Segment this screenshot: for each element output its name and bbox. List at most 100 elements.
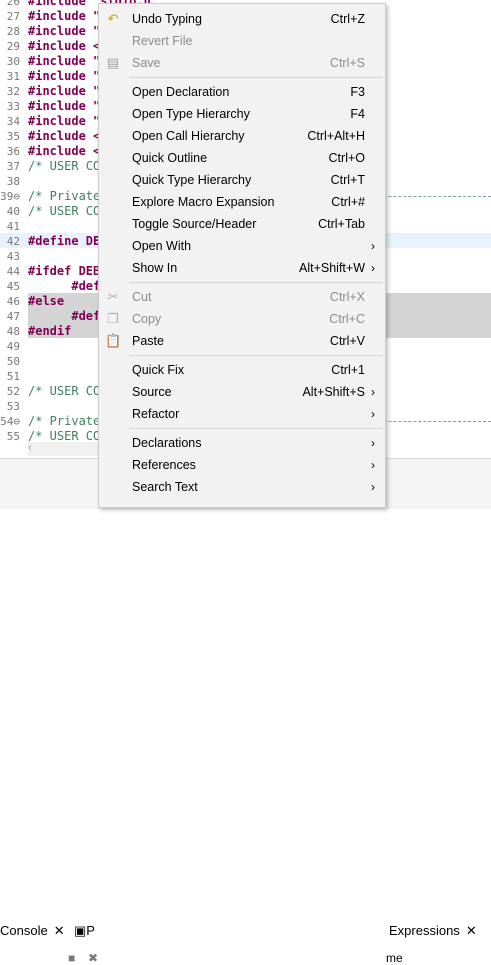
menu-item-open-type-hierarchy[interactable]: Open Type Hierarchy F4 [99,103,385,125]
menu-shortcut: Ctrl+T [330,173,365,187]
tab-problems[interactable]: ▣P [74,923,95,939]
menu-shortcut: Ctrl+S [329,56,365,70]
menu-item-explore-macro-expansion[interactable]: Explore Macro Expansion Ctrl+# [99,191,385,213]
menu-label: Source [132,385,172,399]
line-number: 43 [6,250,20,263]
tab-expressions[interactable]: Expressions ✕ [389,923,477,939]
menu-item-copy[interactable]: ❐ Copy Ctrl+C [99,308,385,330]
menu-shortcut: F3 [350,85,365,99]
menu-label: Refactor [132,407,180,421]
line-number: 32 [6,85,20,98]
stop-icon[interactable]: ■ [68,951,75,965]
problems-icon: ▣ [74,923,87,938]
menu-item-quick-outline[interactable]: Quick Outline Ctrl+O [99,147,385,169]
tab-problems-label: P [86,923,95,938]
line-number: 46 [6,295,20,308]
menu-item-refactor[interactable]: Refactor › [99,403,385,425]
close-icon[interactable]: ✕ [466,923,477,938]
tab-expressions-label: Expressions [389,923,460,938]
code-text: #include < [28,39,101,53]
scissors-icon: ✂ [107,289,119,304]
menu-item-open-call-hierarchy[interactable]: Open Call Hierarchy Ctrl+Alt+H [99,125,385,147]
menu-shortcut: Ctrl+1 [331,363,365,377]
menu-item-undo-typing[interactable]: ↶ Undo Typing Ctrl+Z [99,8,385,30]
close-icon[interactable]: ✕ [54,923,65,938]
code-text: #include " [28,54,101,68]
menu-shortcut: Ctrl+Alt+H [307,129,365,143]
chevron-right-icon: › [371,407,375,421]
menu-item-cut[interactable]: ✂ Cut Ctrl+X [99,286,385,308]
menu-label: Quick Type Hierarchy [132,173,252,187]
remove-icon[interactable]: ✖ [88,951,98,965]
menu-shortcut: Ctrl+V [329,334,365,348]
menu-label: Undo Typing [132,12,202,26]
line-number: 29 [6,40,20,53]
menu-label: Save [132,56,161,70]
code-text: #include < [28,129,101,143]
menu-shortcut: Ctrl+C [329,312,365,326]
save-icon: ▤ [106,55,120,70]
menu-label: Quick Fix [132,363,185,377]
menu-item-quick-fix[interactable]: Quick Fix Ctrl+1 [99,359,385,381]
code-text: #include " [28,9,101,23]
menu-item-source[interactable]: Source Alt+Shift+S › [99,381,385,403]
menu-item-revert-file[interactable]: Revert File [99,30,385,52]
menu-item-toggle-source-header[interactable]: Toggle Source/Header Ctrl+Tab [99,213,385,235]
code-text: /* USER CO [28,204,101,218]
menu-shortcut: Alt+Shift+W [299,261,365,275]
menu-item-open-with[interactable]: Open With › [99,235,385,257]
menu-item-show-in[interactable]: Show In Alt+Shift+W › [99,257,385,279]
menu-label: Declarations [132,436,202,450]
line-number: 38 [6,175,20,188]
menu-item-open-declaration[interactable]: Open Declaration F3 [99,81,385,103]
line-number: 36 [6,145,20,158]
tab-console[interactable]: Console ✕ [0,923,65,939]
code-text: #include " [28,99,101,113]
code-text: /* Private [28,189,101,203]
chevron-right-icon: › [371,385,375,399]
menu-item-references[interactable]: References › [99,454,385,476]
copy-icon: ❐ [107,311,119,326]
context-menu: ↶ Undo Typing Ctrl+Z Revert File ▤ Save … [98,3,386,508]
menu-item-search-text[interactable]: Search Text › [99,476,385,498]
menu-shortcut: Ctrl+O [328,151,365,165]
menu-item-declarations[interactable]: Declarations › [99,432,385,454]
code-text: #include " [28,24,101,38]
code-text: /* USER CO [28,384,101,398]
line-number: 50 [6,355,20,368]
tab-console-label: Console [0,923,48,938]
menu-label: References [132,458,196,472]
code-text: #ifdef DEB [28,264,101,278]
menu-item-save[interactable]: ▤ Save Ctrl+S [99,52,385,74]
menu-separator [129,428,383,429]
code-text: #include " [28,69,101,83]
menu-label: Open Call Hierarchy [132,129,245,143]
menu-separator [129,282,383,283]
line-number: 47 [6,310,20,323]
horizontal-scrollbar[interactable]: ‹ [28,442,102,456]
chevron-right-icon: › [371,436,375,450]
menu-separator [129,355,383,356]
menu-separator [129,77,383,78]
menu-item-quick-type-hierarchy[interactable]: Quick Type Hierarchy Ctrl+T [99,169,385,191]
code-text: #include " [28,84,101,98]
chevron-right-icon: › [371,261,375,275]
menu-label: Open Declaration [132,85,230,99]
menu-label: Explore Macro Expansion [132,195,275,209]
code-text: #endif [28,324,72,338]
menu-label: Show In [132,261,178,275]
menu-label: Toggle Source/Header [132,217,257,231]
line-number: 52 [6,385,20,398]
line-number: 51 [6,370,20,383]
line-number: 48 [6,325,20,338]
menu-shortcut: Ctrl+X [329,290,365,304]
line-number: 31 [6,70,20,83]
menu-shortcut: Alt+Shift+S [302,385,365,399]
code-text: #define DE [28,234,101,248]
undo-icon: ↶ [107,11,119,26]
code-text: #include < [28,144,101,158]
paste-icon: 📋 [105,333,122,348]
code-text: #def [28,309,101,323]
line-number: 45 [6,280,20,293]
menu-item-paste[interactable]: 📋 Paste Ctrl+V [99,330,385,352]
